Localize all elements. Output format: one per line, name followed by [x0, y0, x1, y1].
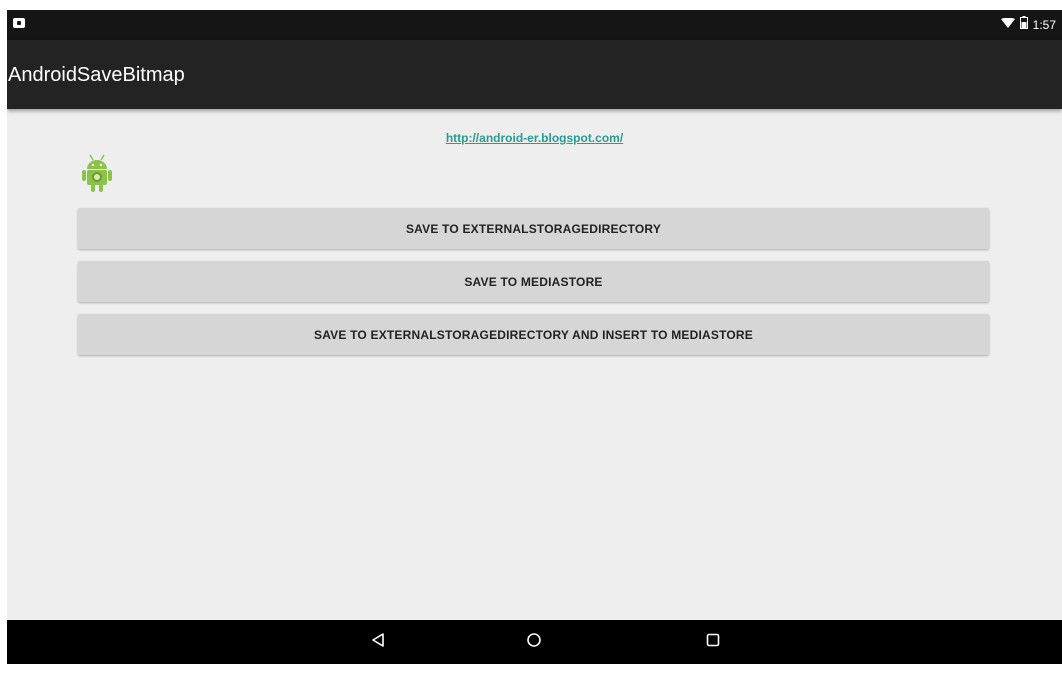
home-icon	[526, 632, 542, 653]
status-time: 1:57	[1032, 18, 1056, 32]
app-bar: AndroidSaveBitmap	[7, 40, 1062, 109]
save-to-external-storage-button[interactable]: SAVE TO EXTERNALSTORAGEDIRECTORY	[78, 208, 989, 249]
status-bar: 1:57	[7, 10, 1062, 40]
back-button[interactable]	[348, 620, 408, 664]
navigation-bar	[7, 620, 1062, 664]
status-indicators: 1:57	[1000, 10, 1056, 40]
home-button[interactable]	[504, 620, 564, 664]
notification-icon	[13, 18, 25, 28]
app-title: AndroidSaveBitmap	[8, 64, 185, 86]
back-icon	[370, 632, 386, 653]
save-and-insert-mediastore-button[interactable]: SAVE TO EXTERNALSTORAGEDIRECTORY AND INS…	[78, 314, 989, 355]
save-to-mediastore-button[interactable]: SAVE TO MEDIASTORE	[78, 261, 989, 302]
device-screen: 1:57 AndroidSaveBitmap http://android-er…	[7, 10, 1062, 664]
main-content: http://android-er.blogspot.com/ SAVE TO …	[7, 109, 1062, 620]
wifi-icon	[1000, 16, 1015, 34]
recents-button[interactable]	[683, 620, 743, 664]
android-icon	[79, 151, 115, 195]
blog-link[interactable]: http://android-er.blogspot.com/	[7, 131, 1062, 145]
recents-icon	[705, 632, 721, 653]
battery-icon	[1019, 16, 1028, 34]
